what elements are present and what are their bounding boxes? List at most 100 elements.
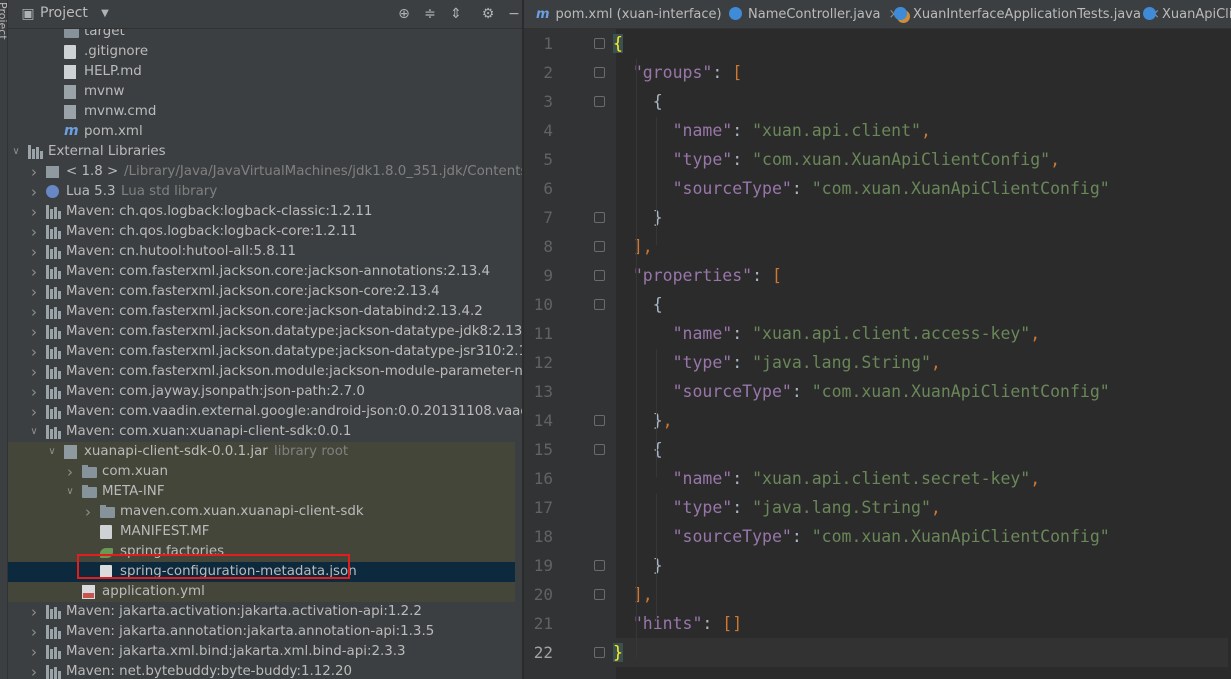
code-line[interactable]: "name": "xuan.api.client.secret-key",: [613, 464, 1041, 493]
collapse-arrow-icon[interactable]: ›: [28, 282, 40, 302]
fold-marker-icon[interactable]: [594, 212, 605, 223]
code-line[interactable]: "properties": [: [613, 261, 782, 290]
fold-marker-icon[interactable]: [594, 38, 605, 49]
globe-icon[interactable]: ⊕: [396, 6, 412, 22]
code-line[interactable]: "sourceType": "com.xuan.XuanApiClientCon…: [613, 522, 1110, 551]
collapse-arrow-icon[interactable]: ›: [28, 162, 40, 182]
tree-item[interactable]: .gitignore: [8, 42, 515, 62]
tree-item[interactable]: spring-configuration-metadata.json: [8, 562, 515, 582]
collapse-arrow-icon[interactable]: ›: [28, 642, 40, 662]
collapse-arrow-icon[interactable]: ›: [28, 362, 40, 382]
project-tool-window-label[interactable]: Project: [0, 2, 7, 40]
collapse-arrow-icon[interactable]: ›: [28, 402, 40, 422]
tree-item[interactable]: › com.xuan: [8, 462, 515, 482]
collapse-all-icon[interactable]: ≑: [422, 6, 438, 22]
code-line[interactable]: {: [613, 290, 663, 319]
tree-item[interactable]: ∨ META-INF: [8, 482, 515, 502]
editor-tab[interactable]: NameController.java×: [729, 0, 899, 28]
tree-item[interactable]: HELP.md: [8, 62, 515, 82]
collapse-arrow-icon[interactable]: ›: [28, 602, 40, 622]
code-line[interactable]: "type": "java.lang.String",: [613, 348, 941, 377]
fold-marker-icon[interactable]: [594, 67, 605, 78]
tree-item[interactable]: › Maven: com.fasterxml.jackson.module:jac…: [8, 362, 522, 382]
fold-marker-icon[interactable]: [594, 560, 605, 571]
code-line[interactable]: "type": "com.xuan.XuanApiClientConfig",: [613, 145, 1060, 174]
tree-item[interactable]: › Maven: jakarta.activation:jakarta.activ…: [8, 602, 515, 622]
fold-marker-icon[interactable]: [594, 96, 605, 107]
collapse-arrow-icon[interactable]: ›: [28, 662, 40, 679]
code-line[interactable]: }: [613, 638, 1228, 667]
tree-item[interactable]: mvnw: [8, 82, 515, 102]
tree-item[interactable]: spring.factories: [8, 542, 515, 562]
tree-item[interactable]: › maven.com.xuan.xuanapi-client-sdk: [8, 502, 515, 522]
code-line[interactable]: },: [613, 406, 673, 435]
tree-item[interactable]: MANIFEST.MF: [8, 522, 515, 542]
code-line[interactable]: "sourceType": "com.xuan.XuanApiClientCon…: [613, 174, 1110, 203]
collapse-arrow-icon[interactable]: ›: [28, 322, 40, 342]
fold-marker-icon[interactable]: [594, 647, 605, 658]
tree-item[interactable]: › Maven: com.vaadin.external.google:andro…: [8, 402, 522, 422]
tree-item[interactable]: › Maven: com.jayway.jsonpath:json-path:2.…: [8, 382, 515, 402]
minimize-icon[interactable]: −: [506, 6, 522, 22]
fold-marker-icon[interactable]: [594, 444, 605, 455]
tree-item[interactable]: › Maven: jakarta.xml.bind:jakarta.xml.bin…: [8, 642, 515, 662]
gear-icon[interactable]: ⚙: [480, 6, 496, 22]
chevron-down-icon[interactable]: ▼: [97, 6, 113, 22]
expand-arrow-icon[interactable]: ∨: [64, 482, 76, 502]
fold-marker-icon[interactable]: [594, 415, 605, 426]
editor-tab[interactable]: mpom.xml (xuan-interface)×: [536, 0, 741, 28]
expand-all-icon[interactable]: ⇕: [448, 6, 464, 22]
code-line[interactable]: "hints": []: [613, 609, 742, 638]
collapse-arrow-icon[interactable]: ›: [28, 182, 40, 202]
tree-item[interactable]: mvnw.cmd: [8, 102, 515, 122]
code-line[interactable]: {: [613, 87, 663, 116]
project-view-title[interactable]: Project: [40, 5, 88, 21]
tree-item[interactable]: ∨ External Libraries: [8, 142, 515, 162]
code-line[interactable]: "type": "java.lang.String",: [613, 493, 941, 522]
collapse-arrow-icon[interactable]: ›: [28, 202, 40, 222]
editor-tab[interactable]: XuanInterfaceApplicationTests.java×: [894, 0, 1160, 28]
editor-tab[interactable]: XuanApiClie: [1143, 0, 1231, 28]
collapse-arrow-icon[interactable]: ›: [82, 502, 94, 522]
tree-item[interactable]: › Lua 5.3 Lua std library: [8, 182, 515, 202]
tree-item[interactable]: › Maven: ch.qos.logback:logback-classic:1…: [8, 202, 515, 222]
code-line[interactable]: "name": "xuan.api.client",: [613, 116, 931, 145]
fold-marker-icon[interactable]: [594, 589, 605, 600]
expand-arrow-icon[interactable]: ∨: [10, 142, 22, 162]
collapse-arrow-icon[interactable]: ›: [28, 382, 40, 402]
code-line[interactable]: "sourceType": "com.xuan.XuanApiClientCon…: [613, 377, 1110, 406]
fold-marker-icon[interactable]: [594, 270, 605, 281]
code-line[interactable]: "groups": [: [613, 58, 742, 87]
expand-arrow-icon[interactable]: ∨: [46, 442, 58, 462]
expand-arrow-icon[interactable]: ∨: [28, 422, 40, 442]
collapse-arrow-icon[interactable]: ›: [28, 302, 40, 322]
tree-item[interactable]: › Maven: jakarta.annotation:jakarta.annot…: [8, 622, 515, 642]
tree-item[interactable]: › Maven: com.fasterxml.jackson.core:jacks…: [8, 262, 515, 282]
code-line[interactable]: {: [613, 29, 623, 58]
code-editor[interactable]: mpom.xml (xuan-interface)×NameController…: [524, 0, 1231, 679]
collapse-arrow-icon[interactable]: ›: [64, 462, 76, 482]
tree-item[interactable]: m pom.xml: [8, 122, 515, 142]
tree-item[interactable]: › Maven: com.fasterxml.jackson.datatype:j…: [8, 322, 522, 342]
collapse-arrow-icon[interactable]: ›: [28, 262, 40, 282]
code-line[interactable]: ],: [613, 580, 653, 609]
tree-item[interactable]: › Maven: ch.qos.logback:logback-core:1.2.…: [8, 222, 515, 242]
tree-item[interactable]: ∨ Maven: com.xuan:xuanapi-client-sdk:0.0.…: [8, 422, 515, 442]
tree-item[interactable]: › Maven: cn.hutool:hutool-all:5.8.11: [8, 242, 515, 262]
tree-item[interactable]: application.yml: [8, 582, 515, 602]
tree-item[interactable]: ∨ xuanapi-client-sdk-0.0.1.jar library roo…: [8, 442, 515, 462]
side-tool-strip[interactable]: Project: [0, 0, 8, 679]
code-line[interactable]: "name": "xuan.api.client.access-key",: [613, 319, 1041, 348]
tree-item[interactable]: › Maven: net.bytebuddy:byte-buddy:1.12.20: [8, 662, 515, 679]
collapse-arrow-icon[interactable]: ›: [28, 222, 40, 242]
collapse-arrow-icon[interactable]: ›: [28, 622, 40, 642]
code-line[interactable]: ],: [613, 232, 653, 261]
code-area[interactable]: { "groups": [ { "name": "xuan.api.client…: [613, 29, 1231, 679]
tree-item[interactable]: › Maven: com.fasterxml.jackson.datatype:j…: [8, 342, 522, 362]
fold-marker-icon[interactable]: [594, 241, 605, 252]
tree-item[interactable]: › < 1.8 > /Library/Java/JavaVirtualMachine…: [8, 162, 522, 182]
collapse-arrow-icon[interactable]: ›: [28, 342, 40, 362]
tree-item[interactable]: › Maven: com.fasterxml.jackson.core:jacks…: [8, 282, 515, 302]
fold-marker-icon[interactable]: [594, 299, 605, 310]
tree-item[interactable]: › Maven: com.fasterxml.jackson.core:jacks…: [8, 302, 515, 322]
